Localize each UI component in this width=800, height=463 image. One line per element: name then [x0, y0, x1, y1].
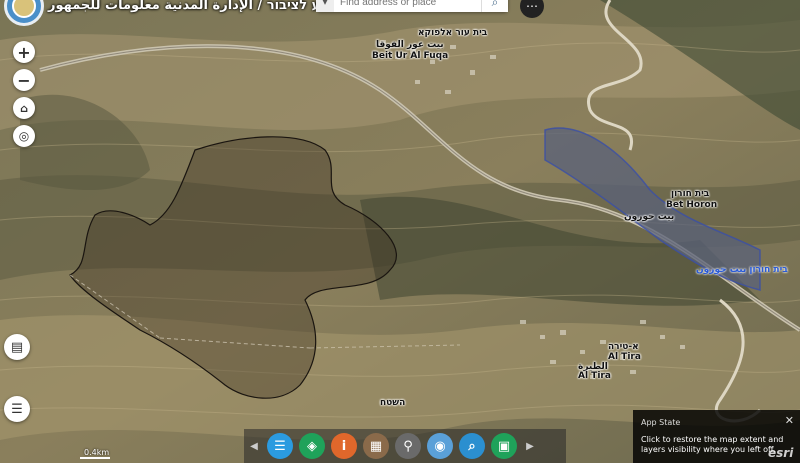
map-label: בית עור אלפוקא [418, 28, 488, 38]
zoom-out-button[interactable]: − [13, 69, 35, 91]
widget-toolbar: ◀ ☰ ◈ i ▦ ⚲ ◉ ⌕ ▣ ▶ [244, 429, 566, 463]
map-label: Bet Horon [666, 200, 718, 210]
map-label: Beit Ur Al Fuqa [372, 51, 449, 61]
scale-bar: 0.4km [6, 448, 110, 459]
toolbar-prev-icon[interactable]: ◀ [244, 441, 264, 452]
map-label: א-טירה [608, 342, 639, 352]
search-icon[interactable]: ⌕ [481, 0, 508, 12]
map-label: Al Tira [578, 371, 611, 381]
info-icon[interactable]: i [331, 433, 357, 459]
legend-icon[interactable]: ☰ [4, 396, 30, 422]
map-label: بيت عور الفوقا [376, 40, 444, 50]
toolbar-next-icon[interactable]: ▶ [520, 441, 540, 452]
bag-icon[interactable]: ▣ [491, 433, 517, 459]
layers-icon[interactable]: ◈ [299, 433, 325, 459]
map-label: בית חורון [671, 189, 710, 199]
home-icon[interactable]: ⌂ [13, 97, 35, 119]
print-icon[interactable]: ▤ [4, 334, 30, 360]
app-state-title: App State [641, 418, 681, 427]
grid-icon[interactable]: ▦ [363, 433, 389, 459]
location-icon[interactable]: ◉ [427, 433, 453, 459]
emblem-icon [12, 0, 36, 18]
satellite-map[interactable] [0, 0, 800, 463]
scale-line [80, 457, 110, 459]
locate-icon[interactable]: ◎ [13, 125, 35, 147]
map-label: Al Tira [608, 352, 641, 362]
list-icon[interactable]: ☰ [267, 433, 293, 459]
esri-attribution: esri [768, 446, 794, 460]
search-box: ▾ ⌕ [316, 0, 508, 12]
zoom-in-button[interactable]: + [13, 41, 35, 63]
map-label: بيت حورون [624, 212, 675, 222]
search-layer-icon[interactable]: ⌕ [459, 433, 485, 459]
scale-label: 0.4km [84, 448, 110, 457]
search-input[interactable] [334, 0, 481, 8]
chevron-down-icon[interactable]: ▾ [316, 0, 334, 12]
map-label: השטח [380, 398, 406, 408]
map-label: בית חורון بيت حورون [696, 265, 788, 275]
close-icon[interactable]: ✕ [785, 414, 794, 427]
pin-icon[interactable]: ⚲ [395, 433, 421, 459]
